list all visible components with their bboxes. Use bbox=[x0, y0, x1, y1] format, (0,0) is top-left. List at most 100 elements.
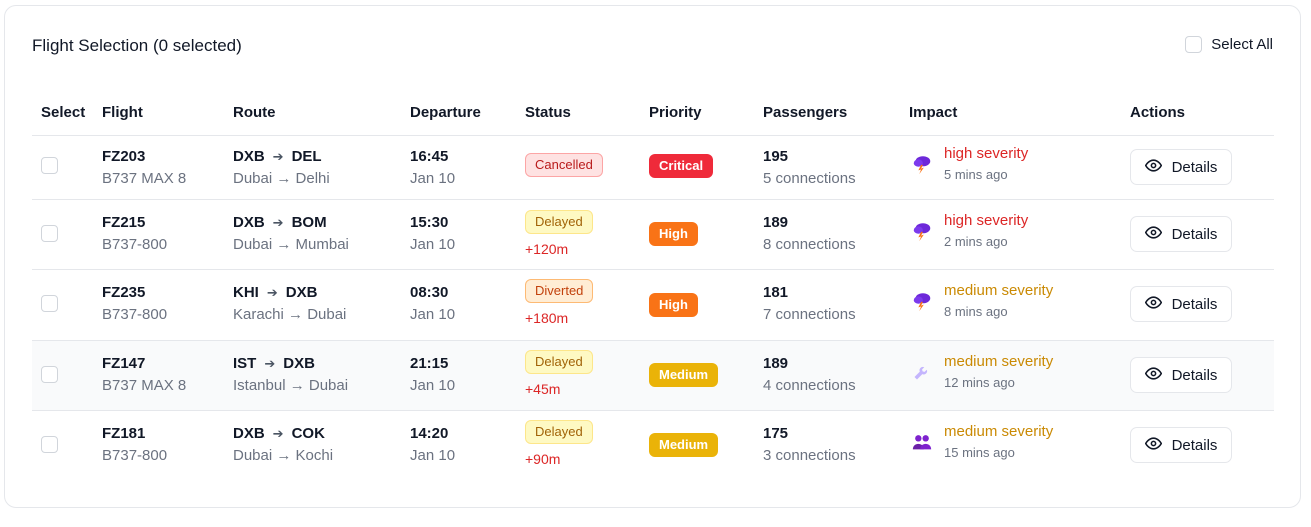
impact-cell: medium severity 8 mins ago bbox=[911, 282, 1053, 319]
arrow-right-icon: ➔ bbox=[272, 215, 284, 230]
details-button[interactable]: Details bbox=[1130, 216, 1232, 252]
impact-cell: medium severity 15 mins ago bbox=[911, 423, 1053, 460]
details-button[interactable]: Details bbox=[1130, 357, 1232, 393]
route-cities: Istanbul → Dubai bbox=[233, 377, 349, 394]
table-header: Select Flight Route Departure Status Pri… bbox=[32, 96, 1274, 136]
departure-time: 14:20 bbox=[410, 425, 449, 442]
aircraft-type: B737 MAX 8 bbox=[102, 377, 187, 394]
eye-icon bbox=[1144, 294, 1162, 315]
destination-code: DXB bbox=[283, 355, 315, 372]
priority-badge: Medium bbox=[649, 363, 719, 387]
status-cell: Delayed +90m bbox=[525, 420, 593, 467]
col-passengers: Passengers bbox=[763, 104, 848, 121]
departure-time: 16:45 bbox=[410, 148, 449, 165]
route-cell: IST ➔ DXB Istanbul → Dubai bbox=[233, 355, 348, 395]
departure-date: Jan 10 bbox=[410, 306, 456, 323]
priority-cell: High bbox=[649, 222, 698, 246]
route-cities: Dubai → Mumbai bbox=[233, 236, 349, 253]
origin-code: DXB bbox=[233, 425, 265, 442]
severity-label: high severity bbox=[944, 212, 1029, 229]
col-departure: Departure bbox=[410, 104, 481, 121]
select-all-label: Select All bbox=[1211, 36, 1273, 53]
priority-cell: High bbox=[649, 293, 698, 317]
priority-badge: Critical bbox=[649, 154, 714, 178]
col-flight: Flight bbox=[102, 104, 143, 121]
severity-label: high severity bbox=[944, 145, 1029, 162]
row-checkbox[interactable] bbox=[41, 366, 58, 383]
flight-number: FZ215 bbox=[102, 214, 146, 231]
col-status: Status bbox=[525, 104, 571, 121]
flight-cell: FZ215 B737-800 bbox=[102, 214, 167, 254]
storm-icon bbox=[911, 220, 933, 242]
delay-minutes: +180m bbox=[525, 310, 569, 326]
departure-time: 08:30 bbox=[410, 284, 449, 301]
priority-badge: High bbox=[649, 293, 698, 317]
select-all-control[interactable]: Select All bbox=[1185, 36, 1273, 53]
details-button[interactable]: Details bbox=[1130, 427, 1232, 463]
status-badge: Delayed bbox=[525, 350, 593, 374]
eye-icon bbox=[1144, 157, 1162, 178]
departure-date: Jan 10 bbox=[410, 447, 456, 464]
delay-minutes: +120m bbox=[525, 241, 569, 257]
flight-number: FZ147 bbox=[102, 355, 146, 372]
departure-date: Jan 10 bbox=[410, 377, 456, 394]
flight-cell: FZ235 B737-800 bbox=[102, 284, 167, 324]
table-row[interactable]: FZ181 B737-800 DXB ➔ COK Dubai → Kochi 1… bbox=[32, 411, 1274, 481]
table-row[interactable]: FZ235 B737-800 KHI ➔ DXB Karachi → Dubai… bbox=[32, 270, 1274, 341]
details-button[interactable]: Details bbox=[1130, 286, 1232, 322]
table-row[interactable]: FZ203 B737 MAX 8 DXB ➔ DEL Dubai → Delhi… bbox=[32, 136, 1274, 200]
severity-label: medium severity bbox=[944, 282, 1054, 299]
departure-date: Jan 10 bbox=[410, 236, 456, 253]
passenger-count: 181 bbox=[763, 284, 789, 301]
col-impact: Impact bbox=[909, 104, 958, 121]
destination-code: BOM bbox=[291, 214, 327, 231]
route-cities: Dubai → Kochi bbox=[233, 447, 334, 464]
passengers-cell: 181 7 connections bbox=[763, 284, 856, 324]
priority-badge: Medium bbox=[649, 433, 719, 457]
select-all-checkbox[interactable] bbox=[1185, 36, 1203, 53]
passenger-count: 189 bbox=[763, 355, 789, 372]
details-label: Details bbox=[1171, 295, 1218, 313]
priority-cell: Medium bbox=[649, 363, 719, 387]
flight-selection-card: Flight Selection (0 selected) Select All… bbox=[4, 5, 1301, 508]
crew-icon bbox=[911, 431, 933, 453]
passenger-count: 189 bbox=[763, 214, 789, 231]
departure-cell: 08:30 Jan 10 bbox=[410, 284, 455, 324]
passengers-cell: 189 8 connections bbox=[763, 214, 856, 254]
departure-time: 21:15 bbox=[410, 355, 449, 372]
severity-label: medium severity bbox=[944, 423, 1054, 440]
row-checkbox[interactable] bbox=[41, 295, 58, 312]
aircraft-type: B737-800 bbox=[102, 236, 168, 253]
row-checkbox[interactable] bbox=[41, 436, 58, 453]
time-ago: 2 mins ago bbox=[944, 234, 1008, 249]
route-cell: DXB ➔ BOM Dubai → Mumbai bbox=[233, 214, 349, 254]
row-checkbox[interactable] bbox=[41, 225, 58, 242]
route-cell: KHI ➔ DXB Karachi → Dubai bbox=[233, 284, 346, 324]
table-row[interactable]: FZ215 B737-800 DXB ➔ BOM Dubai → Mumbai … bbox=[32, 200, 1274, 270]
arrow-right-icon: ➔ bbox=[266, 285, 278, 300]
origin-code: DXB bbox=[233, 214, 265, 231]
details-button[interactable]: Details bbox=[1130, 149, 1232, 185]
connections-count: 3 connections bbox=[763, 447, 856, 464]
status-cell: Delayed +120m bbox=[525, 210, 593, 257]
impact-cell: medium severity 12 mins ago bbox=[911, 353, 1053, 390]
delay-minutes: +45m bbox=[525, 381, 561, 397]
wrench-icon bbox=[911, 361, 933, 383]
storm-icon bbox=[911, 153, 933, 175]
table-row[interactable]: FZ147 B737 MAX 8 IST ➔ DXB Istanbul → Du… bbox=[32, 341, 1274, 411]
departure-cell: 14:20 Jan 10 bbox=[410, 425, 455, 465]
flight-number: FZ235 bbox=[102, 284, 146, 301]
passengers-cell: 175 3 connections bbox=[763, 425, 856, 465]
delay-minutes: +90m bbox=[525, 451, 561, 467]
passenger-count: 195 bbox=[763, 148, 789, 165]
row-checkbox[interactable] bbox=[41, 157, 58, 174]
time-ago: 15 mins ago bbox=[944, 445, 1015, 460]
status-badge: Delayed bbox=[525, 210, 593, 234]
connections-count: 7 connections bbox=[763, 306, 856, 323]
route-cities: Dubai → Delhi bbox=[233, 170, 330, 187]
details-label: Details bbox=[1171, 436, 1218, 454]
flight-cell: FZ181 B737-800 bbox=[102, 425, 167, 465]
aircraft-type: B737-800 bbox=[102, 306, 168, 323]
eye-icon bbox=[1144, 224, 1162, 245]
passenger-count: 175 bbox=[763, 425, 789, 442]
